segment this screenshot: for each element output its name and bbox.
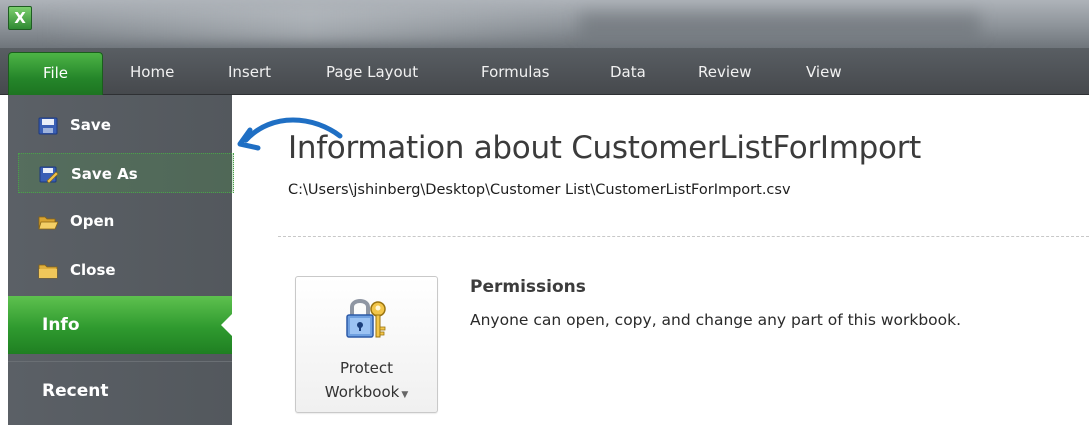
file-tab[interactable]: File bbox=[8, 52, 103, 95]
close-label: Close bbox=[70, 261, 116, 279]
excel-app-icon[interactable]: X bbox=[8, 6, 32, 30]
save-as-icon bbox=[39, 166, 59, 184]
info-tab[interactable]: Info bbox=[8, 296, 233, 354]
title-bar bbox=[0, 0, 1089, 48]
tab-data[interactable]: Data bbox=[610, 62, 646, 82]
title-bar-blur bbox=[40, 6, 580, 42]
page-title: Information about CustomerListForImport bbox=[288, 130, 921, 166]
tab-view[interactable]: View bbox=[806, 62, 842, 82]
tab-page-layout[interactable]: Page Layout bbox=[326, 62, 418, 82]
open-folder-icon bbox=[38, 216, 58, 230]
file-path: C:\Users\jshinberg\Desktop\Customer List… bbox=[288, 182, 791, 198]
tab-home[interactable]: Home bbox=[130, 62, 174, 82]
tab-insert[interactable]: Insert bbox=[228, 62, 271, 82]
permissions-description: Anyone can open, copy, and change any pa… bbox=[470, 311, 962, 329]
permissions-heading: Permissions bbox=[470, 277, 586, 297]
backstage-nav: Save Save As Open Close Info Recent bbox=[8, 95, 234, 425]
section-divider bbox=[278, 236, 1089, 237]
protect-label-line1: Protect bbox=[339, 359, 394, 377]
tab-review[interactable]: Review bbox=[698, 62, 752, 82]
info-label: Info bbox=[42, 315, 80, 335]
selected-notch bbox=[221, 313, 233, 337]
recent-label: Recent bbox=[42, 381, 109, 401]
close-folder-icon bbox=[38, 264, 58, 279]
save-command[interactable]: Save bbox=[8, 105, 232, 145]
protect-label-line2-text: Workbook bbox=[324, 383, 400, 401]
save-as-command[interactable]: Save As bbox=[18, 153, 234, 193]
tab-formulas[interactable]: Formulas bbox=[481, 62, 549, 82]
protect-label-line2: Workbook ▼ bbox=[296, 383, 437, 401]
save-as-label: Save As bbox=[71, 165, 138, 183]
lock-with-key-icon bbox=[346, 299, 386, 338]
save-label: Save bbox=[70, 116, 111, 134]
save-icon bbox=[38, 117, 58, 135]
open-label: Open bbox=[70, 212, 115, 230]
title-bar-blur bbox=[580, 12, 980, 36]
protect-workbook-button[interactable]: Protect Workbook ▼ bbox=[295, 276, 438, 413]
recent-tab[interactable]: Recent bbox=[8, 361, 232, 420]
open-command[interactable]: Open bbox=[8, 201, 232, 241]
close-command[interactable]: Close bbox=[8, 250, 232, 290]
dropdown-caret-icon: ▼ bbox=[401, 390, 409, 400]
